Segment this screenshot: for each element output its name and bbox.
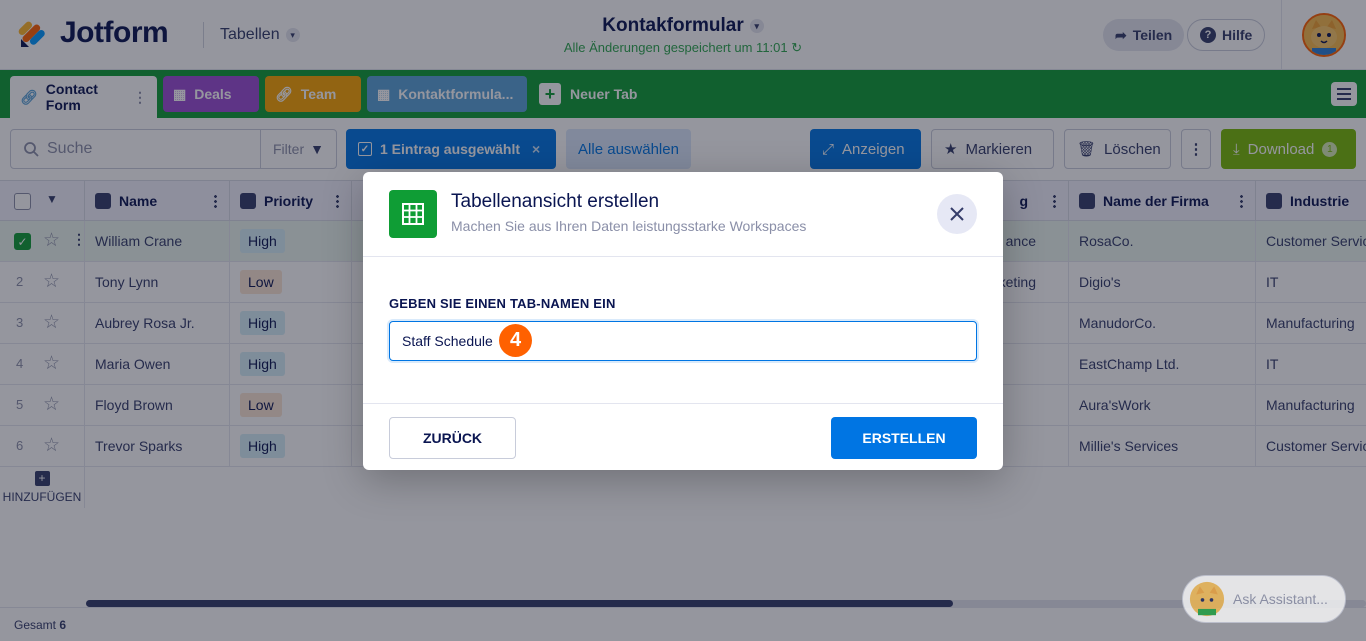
table-grid-icon (389, 190, 437, 238)
dialog-footer: ZURÜCK ERSTELLEN (363, 403, 1003, 470)
close-icon (950, 207, 964, 221)
dialog-header: Tabellenansicht erstellen Machen Sie aus… (363, 172, 1003, 257)
assistant-label: Ask Assistant... (1233, 591, 1328, 607)
tab-name-label: GEBEN SIE EINEN TAB-NAMEN EIN (389, 296, 616, 311)
dialog-subtitle: Machen Sie aus Ihren Daten leistungsstar… (451, 218, 807, 234)
create-table-view-dialog: Tabellenansicht erstellen Machen Sie aus… (363, 172, 1003, 470)
close-button[interactable] (937, 194, 977, 234)
assistant-avatar-icon (1189, 581, 1225, 617)
create-button[interactable]: ERSTELLEN (831, 417, 977, 459)
tab-name-input[interactable] (389, 321, 977, 361)
back-button[interactable]: ZURÜCK (389, 417, 516, 459)
step-number-badge: 4 (499, 324, 532, 357)
ask-assistant-button[interactable]: Ask Assistant... (1182, 575, 1346, 623)
dialog-title: Tabellenansicht erstellen (451, 191, 660, 212)
